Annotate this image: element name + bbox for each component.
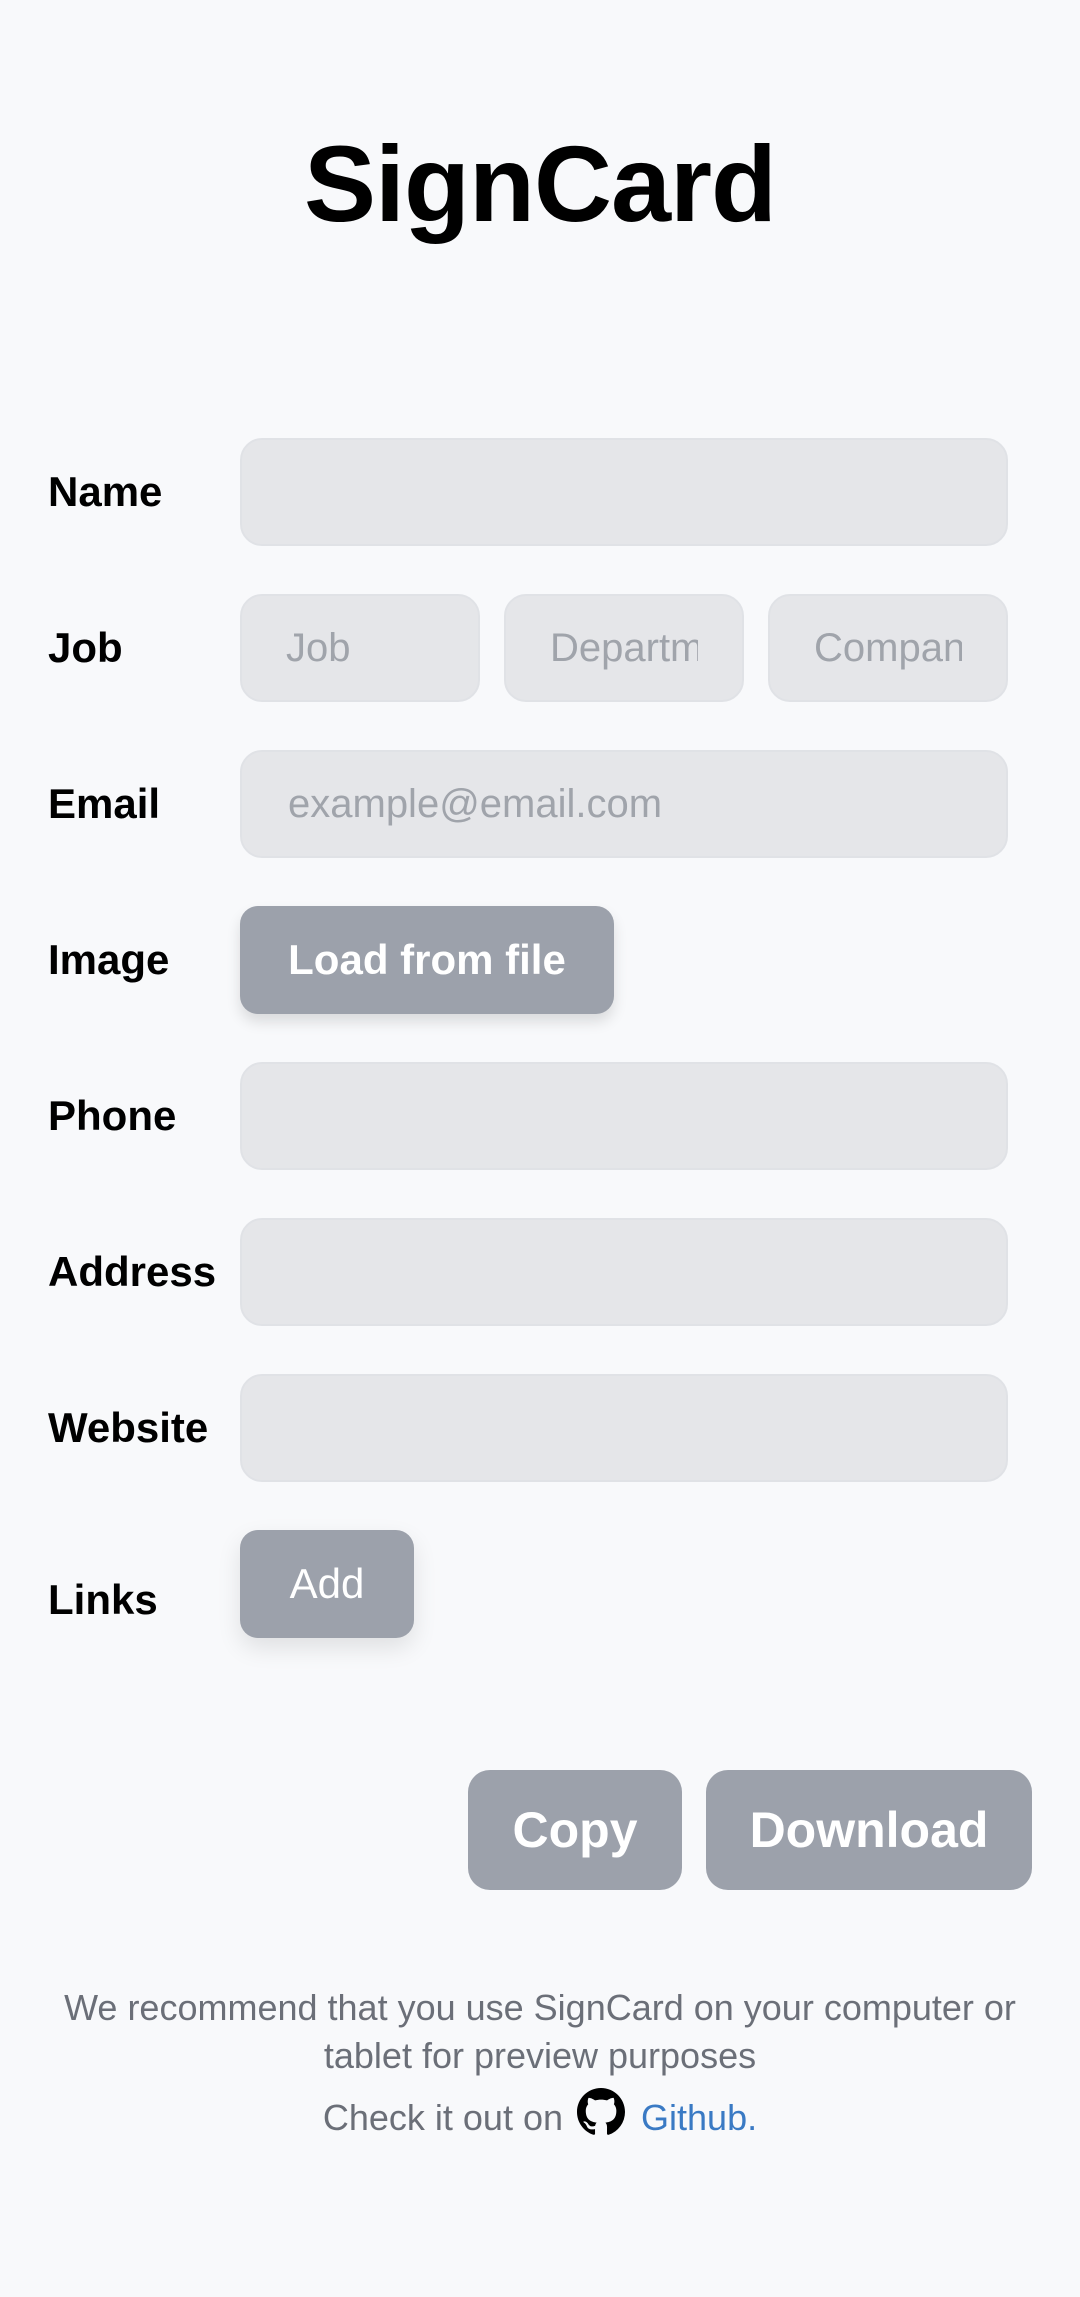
department-input[interactable] bbox=[504, 594, 744, 702]
phone-input[interactable] bbox=[240, 1062, 1008, 1170]
github-line: Check it out on Github. bbox=[40, 2088, 1040, 2142]
link-suffix: . bbox=[747, 2097, 758, 2138]
address-input[interactable] bbox=[240, 1218, 1008, 1326]
phone-row: Phone bbox=[48, 1062, 1008, 1170]
name-label: Name bbox=[48, 468, 163, 515]
name-row: Name bbox=[48, 438, 1008, 546]
image-row: Image Load from file bbox=[48, 906, 1008, 1014]
company-input[interactable] bbox=[768, 594, 1008, 702]
website-row: Website bbox=[48, 1374, 1008, 1482]
github-link[interactable]: Github bbox=[641, 2097, 747, 2138]
footer: We recommend that you use SignCard on yo… bbox=[40, 1984, 1040, 2142]
phone-label: Phone bbox=[48, 1092, 177, 1139]
email-input[interactable] bbox=[240, 750, 1008, 858]
website-label: Website bbox=[48, 1404, 209, 1451]
address-row: Address bbox=[48, 1218, 1008, 1326]
copy-button[interactable]: Copy bbox=[468, 1770, 682, 1890]
github-icon bbox=[577, 2088, 626, 2135]
download-button[interactable]: Download bbox=[706, 1770, 1032, 1890]
job-title-input[interactable] bbox=[240, 594, 480, 702]
website-input[interactable] bbox=[240, 1374, 1008, 1482]
address-label: Address bbox=[48, 1248, 217, 1295]
email-label: Email bbox=[48, 780, 161, 827]
email-row: Email bbox=[48, 750, 1008, 858]
job-label: Job bbox=[48, 624, 123, 671]
page-title: SignCard bbox=[303, 123, 777, 244]
links-label: Links bbox=[48, 1576, 158, 1623]
name-input[interactable] bbox=[240, 438, 1008, 546]
image-label: Image bbox=[48, 936, 170, 983]
add-link-button[interactable]: Add bbox=[240, 1530, 414, 1638]
check-it-out-text: Check it out on bbox=[322, 2097, 563, 2138]
job-row: Job bbox=[48, 594, 1008, 702]
recommendation-text: We recommend that you use SignCard on yo… bbox=[64, 1987, 1016, 2076]
load-from-file-button[interactable]: Load from file bbox=[240, 906, 614, 1014]
links-row: Links Add bbox=[48, 1530, 1008, 1638]
